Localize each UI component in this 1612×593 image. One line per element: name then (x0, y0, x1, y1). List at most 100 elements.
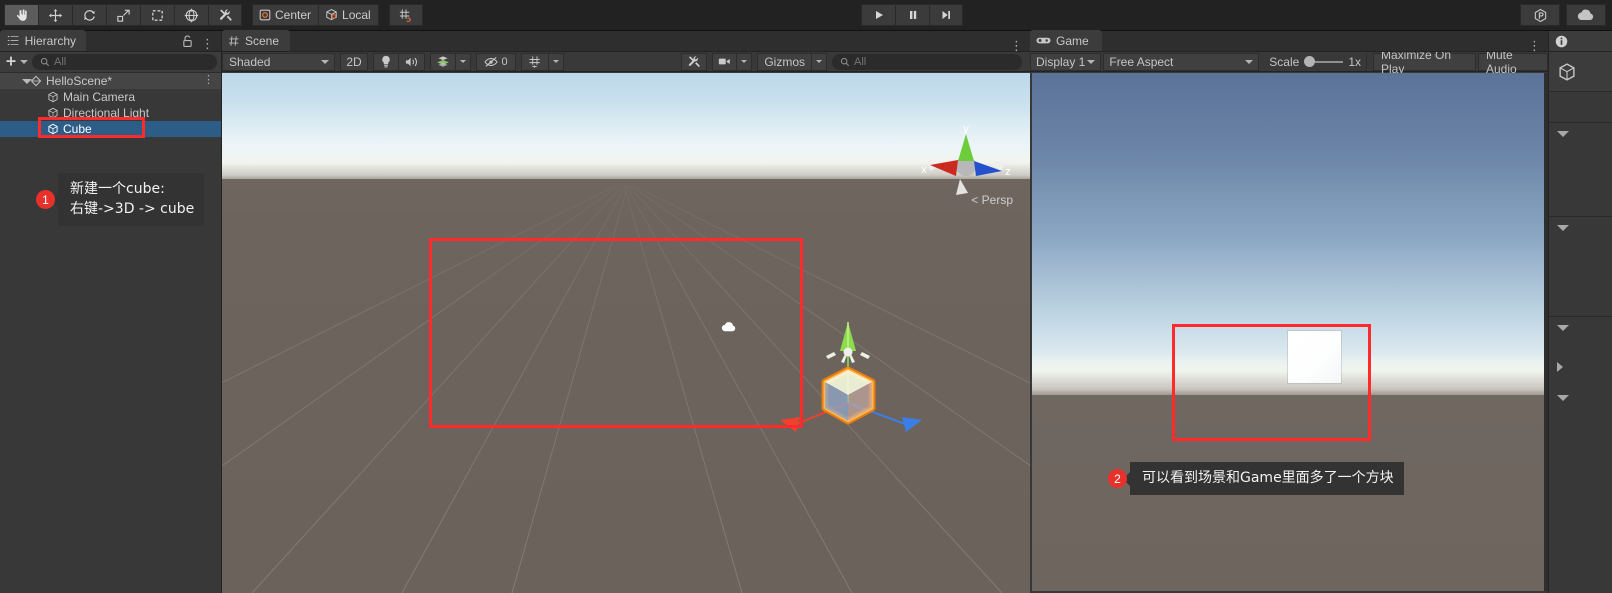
chevron-down-icon (553, 60, 559, 63)
playback-controls (861, 4, 963, 26)
chevron-down-icon (1245, 59, 1254, 64)
kebab-menu-icon[interactable]: ⋮ (1528, 39, 1541, 52)
scene-tool-settings-button[interactable] (681, 52, 708, 71)
gizmos-dropdown[interactable] (811, 52, 827, 71)
inspector-mesh-filter-section[interactable] (1549, 216, 1612, 316)
tab-scene-label: Scene (245, 33, 280, 48)
perspective-mode-label[interactable]: < Persp (971, 193, 1013, 207)
tab-inspector[interactable] (1549, 31, 1612, 52)
scene-grid-button[interactable] (521, 52, 548, 71)
rotation-mode-button[interactable]: Local (318, 4, 379, 26)
inspector-material-section[interactable] (1549, 389, 1612, 429)
chevron-down-icon[interactable] (22, 78, 32, 84)
tab-hierarchy[interactable]: Hierarchy (0, 30, 86, 51)
add-menu-caret-icon[interactable] (20, 60, 28, 64)
unity-editor-window: Center Local Hierarchy ⋮ All HelloScene*… (0, 0, 1612, 593)
scene-search-placeholder: All (854, 55, 867, 68)
hierarchy-item-cube[interactable]: Cube (0, 121, 221, 137)
game-viewport[interactable] (1032, 73, 1546, 591)
collab-icon (1534, 8, 1546, 22)
pivot-group: Center Local (252, 4, 379, 26)
search-icon (40, 57, 50, 67)
inspector-transform-section[interactable] (1549, 122, 1612, 216)
scene-effects-dropdown[interactable] (455, 52, 471, 71)
grid-snap-button[interactable] (388, 4, 423, 26)
annotation-badge-2: 2 (1108, 469, 1127, 488)
hierarchy-item-label: Cube (63, 122, 92, 136)
snap-group (388, 4, 423, 26)
gizmos-button[interactable]: Gizmos (757, 52, 811, 71)
tab-scene[interactable]: Scene (222, 30, 290, 51)
scale-slider-track[interactable] (1315, 60, 1344, 63)
hierarchy-scene-row[interactable]: HelloScene* ⋮ (0, 73, 221, 89)
move-tool-button[interactable] (38, 4, 72, 26)
scene-camera-dropdown[interactable] (736, 52, 753, 71)
transform-tool-button[interactable] (174, 4, 208, 26)
scale-slider-handle[interactable] (1304, 56, 1316, 67)
game-tabstrip: Game ⋮ (1030, 30, 1548, 52)
kebab-menu-icon[interactable]: ⋮ (1010, 39, 1023, 52)
scene-grid-dropdown[interactable] (548, 52, 564, 71)
rect-transform-tool-button[interactable] (140, 4, 174, 26)
hierarchy-item-directional-light[interactable]: Directional Light (0, 105, 221, 121)
scene-panel: Scene ⋮ Shaded 2D 0 Gizmos All y x z < P… (222, 30, 1030, 593)
audio-icon (405, 57, 417, 66)
chevron-down-icon[interactable] (1557, 395, 1569, 401)
maximize-on-play-button[interactable]: Maximize On Play (1373, 48, 1476, 76)
hand-tool-button[interactable] (4, 4, 38, 26)
transform-tools-group (4, 4, 242, 26)
scene-kebab-icon[interactable]: ⋮ (203, 75, 214, 86)
custom-tools-button[interactable] (208, 4, 242, 26)
step-button[interactable] (929, 4, 963, 26)
add-gameobject-button[interactable] (4, 55, 28, 69)
chevron-down-icon[interactable] (1557, 325, 1569, 331)
chevron-down-icon[interactable] (1557, 225, 1569, 231)
light-gizmo-icon[interactable] (721, 319, 739, 333)
play-button[interactable] (861, 4, 895, 26)
annotation-text-2: 可以看到场景和Game里面多了一个方块 (1130, 462, 1404, 495)
scene-camera-button[interactable] (712, 52, 737, 71)
chevron-down-icon[interactable] (1557, 131, 1569, 137)
annotation-callout-2: 2 可以看到场景和Game里面多了一个方块 (1108, 462, 1404, 495)
display-dropdown[interactable]: Display 1 (1030, 52, 1102, 71)
aspect-dropdown[interactable]: Free Aspect (1103, 52, 1260, 71)
pivot-mode-button[interactable]: Center (252, 4, 319, 26)
chevron-right-icon[interactable] (1557, 362, 1563, 372)
hierarchy-item-main-camera[interactable]: Main Camera (0, 89, 221, 105)
scene-search-input[interactable]: All (832, 53, 1022, 70)
cloud-icon (1577, 9, 1594, 21)
hierarchy-scene-label: HelloScene* (46, 74, 113, 88)
cube-move-gizmo[interactable] (762, 308, 934, 443)
tab-game[interactable]: Game (1030, 30, 1102, 51)
scene-visibility-button[interactable]: 0 (476, 52, 516, 71)
scene-audio-button[interactable] (398, 52, 425, 71)
scale-value: 1x (1348, 54, 1361, 69)
scale-slider[interactable]: Scale 1x (1263, 52, 1367, 71)
axis-x-label: x (921, 164, 927, 176)
gameobject-cube-icon (48, 123, 58, 135)
scene-lighting-button[interactable] (373, 52, 398, 71)
chevron-down-icon (1087, 59, 1096, 64)
tools-icon (689, 55, 701, 67)
mute-audio-button[interactable]: Mute Audio (1477, 48, 1548, 76)
hierarchy-search-input[interactable]: All (32, 54, 217, 70)
2d-toggle-button[interactable]: 2D (340, 52, 368, 71)
collab-button[interactable] (1520, 4, 1560, 26)
rotate-tool-button[interactable] (72, 4, 106, 26)
scene-effects-button[interactable] (430, 52, 455, 71)
cloud-services-button[interactable] (1566, 4, 1606, 26)
inspector-renderer-section[interactable] (1549, 356, 1612, 389)
draw-mode-dropdown[interactable]: Shaded (222, 52, 335, 71)
gameobject-cube-icon (1559, 62, 1575, 81)
pause-button[interactable] (895, 4, 929, 26)
camera-icon (719, 58, 731, 65)
tab-hierarchy-label: Hierarchy (24, 33, 76, 48)
gameobject-cube-icon (48, 91, 58, 103)
scene-viewport[interactable]: y x z < Persp (222, 73, 1030, 593)
lock-icon[interactable] (182, 35, 193, 51)
kebab-menu-icon[interactable]: ⋮ (201, 37, 214, 50)
display-label: Display 1 (1036, 54, 1086, 69)
scale-tool-button[interactable] (106, 4, 140, 26)
hierarchy-search-placeholder: All (54, 56, 67, 68)
inspector-collider-section[interactable] (1549, 316, 1612, 356)
